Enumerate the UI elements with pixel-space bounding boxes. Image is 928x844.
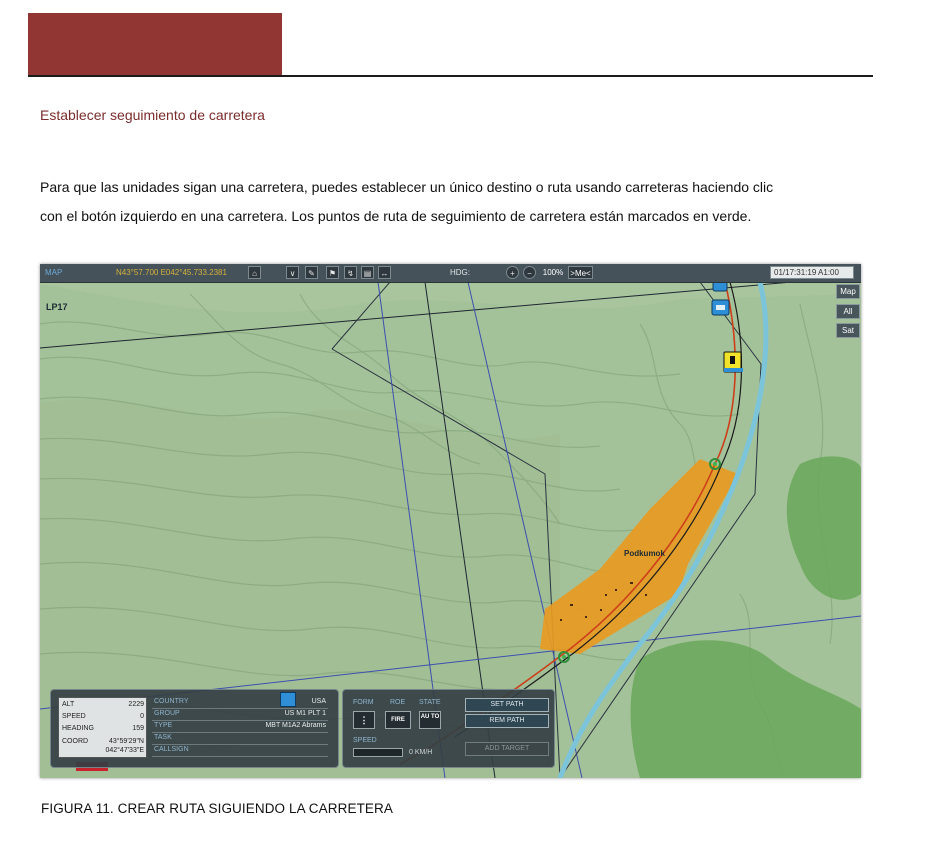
- info-key: TYPE: [154, 722, 173, 729]
- vehicle-unit-icon[interactable]: [723, 351, 743, 373]
- info-value: US M1 PLT 1: [284, 710, 326, 717]
- coord-lon: 042°47'33"E: [105, 747, 144, 754]
- zoom-out-icon[interactable]: −: [523, 266, 536, 279]
- stat-row: HEADING 159: [62, 725, 144, 732]
- marker-icon[interactable]: ↯: [344, 266, 357, 279]
- map-toolbar: MAP N43°57.700 E042°45.733.2381 ⌂ ∨ ✎ ⚑ …: [40, 264, 861, 283]
- info-row-group: GROUP US M1 PLT 1: [152, 709, 328, 721]
- unit-stats-box: ALT 2229 SPEED 0 HEADING 159 COORD 43°59…: [58, 697, 147, 758]
- stat-key: SPEED: [62, 713, 86, 720]
- roe-label: ROE: [390, 699, 406, 706]
- unit-type-icon: [280, 692, 296, 707]
- speed-slider[interactable]: [353, 748, 403, 757]
- route-tool-icon[interactable]: ∨: [286, 266, 299, 279]
- add-target-button[interactable]: ADD TARGET: [465, 742, 549, 756]
- coord-lat: 43°59'29"N: [108, 738, 144, 745]
- map-screenshot: MAP N43°57.700 E042°45.733.2381 ⌂ ∨ ✎ ⚑ …: [40, 264, 861, 778]
- unit-icon[interactable]: [711, 299, 730, 316]
- formation-icon[interactable]: ⋮: [353, 711, 375, 729]
- stat-value: 2229: [128, 701, 144, 708]
- unit-info-panel: ALT 2229 SPEED 0 HEADING 159 COORD 43°59…: [50, 689, 339, 768]
- info-key: GROUP: [154, 710, 180, 717]
- speed-value: 0 KM/H: [409, 749, 433, 756]
- info-row-type: TYPE MBT M1A2 Abrams: [152, 721, 328, 733]
- comment-icon[interactable]: ▤: [361, 266, 374, 279]
- header-rule: [28, 75, 873, 77]
- paragraph-line-1: Para que las unidades sigan una carreter…: [40, 179, 774, 195]
- binoculars-icon[interactable]: ⌂: [248, 266, 261, 279]
- ruler-icon[interactable]: ↔: [378, 266, 391, 279]
- stat-row: SPEED 0: [62, 713, 144, 720]
- info-key: COUNTRY: [154, 698, 189, 705]
- figure-caption: FIGURA 11. CREAR RUTA SIGUIENDO LA CARRE…: [41, 801, 393, 816]
- pencil-icon[interactable]: ✎: [305, 266, 318, 279]
- rem-path-button[interactable]: REM PATH: [465, 714, 549, 728]
- header-color-block: [28, 13, 282, 76]
- town-label: Podkumok: [624, 549, 665, 558]
- info-row-task: TASK: [152, 733, 328, 745]
- sat-view-button[interactable]: Sat: [836, 323, 860, 338]
- speed-label: SPEED: [353, 737, 377, 744]
- state-label: STATE: [419, 699, 441, 706]
- set-path-button[interactable]: SET PATH: [465, 698, 549, 712]
- stat-key: ALT: [62, 701, 75, 708]
- stat-row: ALT 2229: [62, 701, 144, 708]
- form-label: FORM: [353, 699, 374, 706]
- info-value: MBT M1A2 Abrams: [265, 722, 326, 729]
- section-title: Establecer seguimiento de carretera: [40, 107, 265, 123]
- flag-icon[interactable]: ⚑: [326, 266, 339, 279]
- center-on-me-button[interactable]: >Me<: [568, 266, 593, 279]
- stat-key: HEADING: [62, 725, 94, 732]
- stat-value: 159: [132, 725, 144, 732]
- unit-icon[interactable]: [712, 281, 728, 292]
- coord-key: COORD: [62, 738, 89, 745]
- stat-value: 0: [140, 713, 144, 720]
- all-view-button[interactable]: All: [836, 304, 860, 319]
- mission-time: 01/17:31:19 A1:00: [770, 266, 854, 279]
- coord-row: COORD 43°59'29"N: [62, 738, 144, 745]
- paragraph-line-2: con el botón izquierdo en una carretera.…: [40, 208, 752, 224]
- unit-orders-panel: FORM ROE STATE ⋮ FIRE AU TO SPEED 0 KM/H…: [342, 689, 555, 768]
- zoom-level: 100%: [542, 268, 564, 277]
- zoom-in-icon[interactable]: +: [506, 266, 519, 279]
- info-key: TASK: [154, 734, 172, 741]
- info-row-callsign: CALLSIGN: [152, 745, 328, 757]
- cursor-coordinates: N43°57.700 E042°45.733.2381: [116, 268, 227, 277]
- state-button[interactable]: AU TO: [419, 711, 441, 729]
- grid-square-label: LP17: [46, 302, 68, 312]
- info-row-country: COUNTRY USA: [152, 697, 328, 709]
- map-mode-label: MAP: [45, 268, 63, 277]
- map-view-button[interactable]: Map: [836, 284, 860, 299]
- info-key: CALLSIGN: [154, 746, 189, 753]
- body-paragraph: Para que las unidades sigan una carreter…: [40, 173, 840, 231]
- info-value: USA: [311, 698, 326, 705]
- heading-label: HDG:: [450, 268, 470, 277]
- roe-button[interactable]: FIRE: [385, 711, 411, 729]
